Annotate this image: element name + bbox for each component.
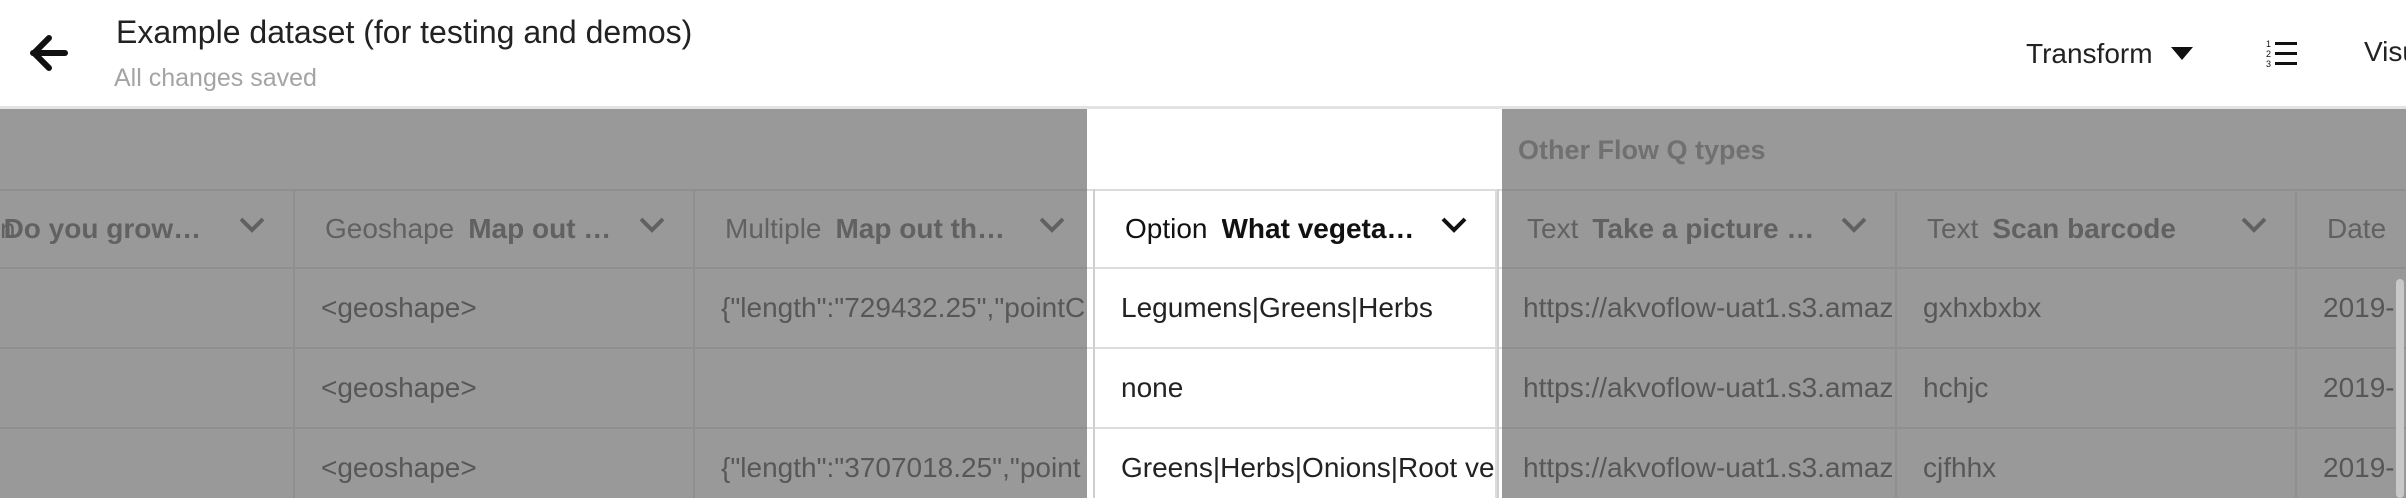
table-cell[interactable]: <geoshape> [295, 269, 695, 347]
table-cell[interactable]: cjfhhx [1897, 429, 2297, 498]
column-type: Geoshape [325, 213, 455, 244]
column-header[interactable]: n Do you grow… [0, 191, 295, 267]
chevron-down-icon[interactable] [1039, 217, 1065, 233]
svg-text:2: 2 [2266, 49, 2271, 59]
column-header-active[interactable]: Option What vegeta… [1095, 191, 1497, 267]
chevron-down-icon[interactable] [639, 217, 665, 233]
column-type: Multiple [725, 213, 822, 244]
chevron-down-icon[interactable] [1441, 217, 1467, 233]
data-table: Other Flow Q types n Do you grow… Geosha… [0, 109, 2406, 498]
column-header-row: n Do you grow… Geoshape Map out … Multip… [0, 189, 2406, 269]
table-cell[interactable]: <geoshape> [295, 429, 695, 498]
column-title: Take a picture … [1592, 213, 1815, 244]
column-title: Do you grow… [3, 213, 202, 244]
table-cell[interactable] [695, 349, 1095, 427]
svg-text:3: 3 [2266, 59, 2271, 69]
caret-down-icon [2170, 47, 2193, 60]
chevron-down-icon[interactable] [1841, 217, 1867, 233]
column-header[interactable]: Text Take a picture … [1497, 191, 1897, 267]
table-cell[interactable] [0, 349, 295, 427]
table-cell[interactable]: <geoshape> [295, 349, 695, 427]
visualise-button[interactable]: Visu [2364, 36, 2406, 68]
column-type: Text [1927, 213, 1979, 244]
table-cell[interactable] [0, 429, 295, 498]
table-cell[interactable]: Greens|Herbs|Onions|Root veg [1095, 429, 1497, 498]
column-type: Date [2327, 213, 2387, 244]
column-group-row: Other Flow Q types [0, 109, 2406, 189]
column-header[interactable]: Text Scan barcode [1897, 191, 2297, 267]
table-cell[interactable]: 2019- [2297, 349, 2406, 427]
column-header[interactable]: Multiple Map out th… [695, 191, 1095, 267]
column-type: Option [1125, 213, 1208, 244]
table-cell[interactable]: {"length":"729432.25","pointC [695, 269, 1095, 347]
table-cell[interactable]: none [1095, 349, 1497, 427]
dataset-title: Example dataset (for testing and demos) [116, 14, 693, 50]
arrow-left-icon [30, 35, 68, 71]
table-cell[interactable]: gxhxbxbx [1897, 269, 2297, 347]
column-header[interactable]: Geoshape Map out … [295, 191, 695, 267]
table-row: <geoshape> none https://akvoflow-uat1.s3… [0, 349, 2406, 429]
column-type: Text [1527, 213, 1579, 244]
svg-text:1: 1 [2266, 39, 2271, 49]
table-cell[interactable]: https://akvoflow-uat1.s3.amaz [1497, 349, 1897, 427]
vertical-scrollbar[interactable] [2396, 279, 2404, 498]
column-title: Map out … [468, 213, 612, 244]
dataset-header: Example dataset (for testing and demos) … [0, 0, 2406, 109]
numbered-list-icon: 1 2 3 [2266, 39, 2297, 69]
chevron-down-icon[interactable] [239, 217, 265, 233]
column-title: Map out th… [835, 213, 1006, 244]
transform-label: Transform [2026, 38, 2153, 69]
table-cell[interactable]: 2019- [2297, 429, 2406, 498]
column-title: What vegeta… [1221, 213, 1415, 244]
table-cell[interactable]: https://akvoflow-uat1.s3.amaz [1497, 269, 1897, 347]
back-button[interactable] [24, 28, 74, 78]
table-cell[interactable]: hchjc [1897, 349, 2297, 427]
table-cell[interactable]: 2019- [2297, 269, 2406, 347]
column-header[interactable]: Date [2297, 191, 2406, 267]
save-status: All changes saved [114, 64, 317, 92]
table-cell[interactable]: Legumens|Greens|Herbs [1095, 269, 1497, 347]
table-cell[interactable]: {"length":"3707018.25","point [695, 429, 1095, 498]
column-list-button[interactable]: 1 2 3 [2266, 38, 2298, 70]
chevron-down-icon[interactable] [2241, 217, 2267, 233]
table-cell[interactable]: https://akvoflow-uat1.s3.amaz [1497, 429, 1897, 498]
table-row: <geoshape> {"length":"3707018.25","point… [0, 429, 2406, 498]
table-cell[interactable] [0, 269, 295, 347]
column-title: Scan barcode [1992, 213, 2176, 244]
column-group-label: Other Flow Q types [1518, 135, 1766, 165]
table-row: <geoshape> {"length":"729432.25","pointC… [0, 269, 2406, 349]
transform-menu-button[interactable]: Transform [2026, 36, 2193, 72]
